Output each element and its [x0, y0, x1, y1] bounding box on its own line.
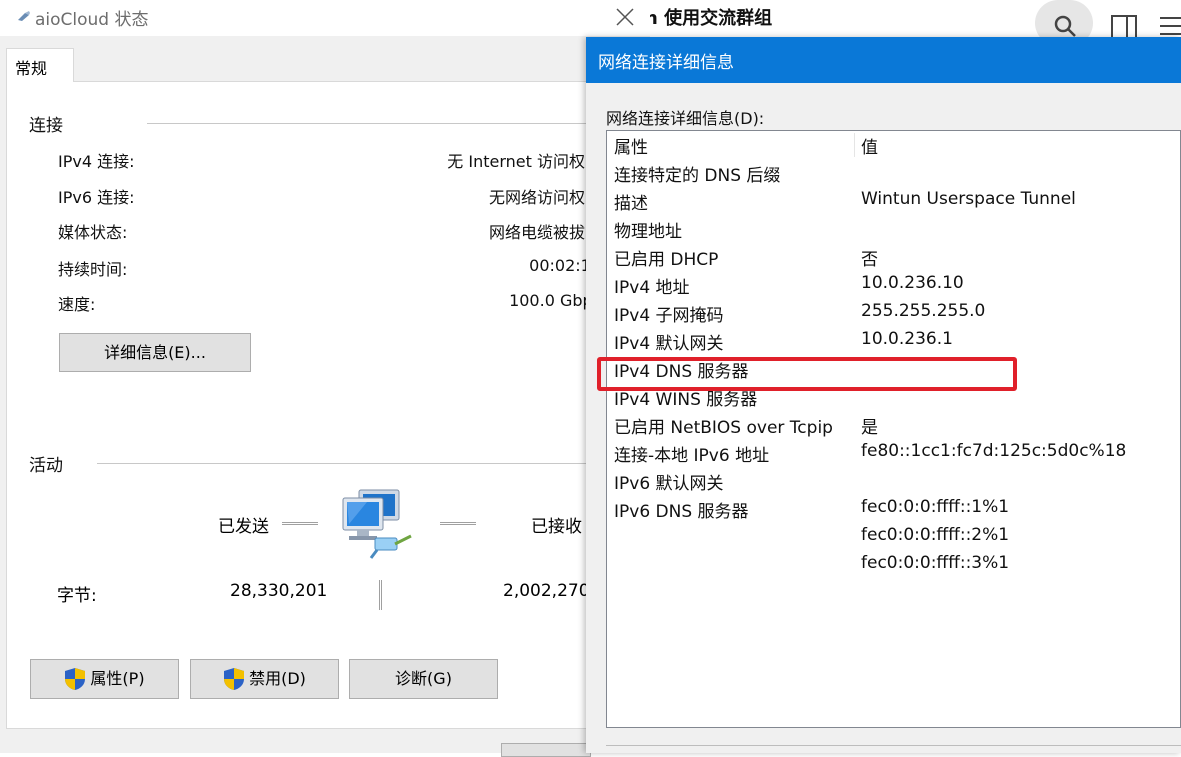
list-item[interactable]: IPv4 子网掩码 255.255.255.0: [607, 301, 1181, 329]
network-adapter-icon: [18, 11, 30, 21]
details-button[interactable]: 详细信息(E)...: [59, 333, 251, 372]
network-computers-icon: [342, 489, 412, 559]
list-item[interactable]: IPv4 默认网关 10.0.236.1: [607, 329, 1181, 357]
connection-separator: [147, 123, 597, 124]
bytes-divider: [379, 580, 382, 610]
column-divider[interactable]: [854, 133, 855, 157]
list-item-property: IPv4 WINS 服务器: [614, 390, 758, 410]
list-item-value: fec0:0:0:ffff::3%1: [861, 553, 1010, 573]
close-icon[interactable]: [613, 5, 637, 29]
list-item-value: fec0:0:0:ffff::2%1: [861, 525, 1010, 545]
info-row-ipv4: IPv4 连接: 无 Internet 访问权限: [7, 148, 601, 172]
status-titlebar: aioCloud 状态: [0, 0, 650, 36]
list-item-property: 描述: [614, 194, 648, 214]
general-tab-panel: 连接 IPv4 连接: 无 Internet 访问权限 IPv6 连接: 无网络…: [6, 81, 656, 729]
info-label: 媒体状态:: [58, 223, 128, 242]
list-item-value: fe80::1cc1:fc7d:125c:5d0c%18: [861, 441, 1127, 461]
diagnose-button-label: 诊断(G): [395, 669, 452, 688]
list-item[interactable]: IPv6 DNS 服务器 fec0:0:0:ffff::1%1: [607, 497, 1181, 525]
list-item[interactable]: IPv4 地址 10.0.236.10: [607, 273, 1181, 301]
bytes-received-value: 2,002,270: [503, 581, 590, 601]
details-list-header: 属性 值: [607, 131, 1181, 159]
list-item[interactable]: 连接-本地 IPv6 地址 fe80::1cc1:fc7d:125c:5d0c%…: [607, 441, 1181, 469]
column-header-property[interactable]: 属性: [614, 133, 648, 158]
list-item-property: 已启用 NetBIOS over Tcpip: [614, 418, 833, 438]
status-dialog: aioCloud 状态 连接 IPv4 连接: 无 Internet 访问权限 …: [0, 0, 656, 753]
bytes-sent-value: 28,330,201: [230, 581, 328, 601]
received-activity-line: [440, 522, 476, 525]
uac-shield-icon: [65, 668, 86, 690]
info-label: IPv6 连接:: [58, 188, 135, 207]
background-app-title: n 使用交流群组: [645, 8, 773, 29]
info-row-ipv6: IPv6 连接: 无网络访问权限: [7, 184, 601, 208]
list-item-property: 已启用 DHCP: [614, 250, 719, 270]
list-item-value: 否: [861, 250, 878, 270]
diagnose-button[interactable]: 诊断(G): [349, 659, 498, 699]
list-item-property: 物理地址: [614, 222, 682, 242]
details-list[interactable]: 属性 值 连接特定的 DNS 后缀 描述 Wintun Userspace Tu…: [606, 130, 1181, 728]
tab-general-label: 常规: [15, 59, 48, 78]
connection-section-title: 连接: [29, 116, 63, 136]
status-dialog-title: aioCloud 状态: [35, 10, 149, 30]
search-icon: [1054, 15, 1076, 37]
disable-button-label: 禁用(D): [249, 669, 306, 688]
sent-label: 已发送: [218, 517, 269, 537]
list-item-property: 连接-本地 IPv6 地址: [614, 446, 770, 466]
list-item-value: 255.255.255.0: [861, 301, 986, 321]
list-item[interactable]: IPv4 WINS 服务器: [607, 385, 1181, 413]
list-item-value: 是: [861, 418, 878, 438]
info-value: 无 Internet 访问权限: [447, 152, 601, 171]
list-item-value: fec0:0:0:ffff::1%1: [861, 497, 1010, 517]
properties-button[interactable]: 属性(P): [30, 659, 179, 699]
info-row-duration: 持续时间: 00:02:13: [7, 256, 601, 280]
activity-section-title: 活动: [29, 456, 63, 476]
list-item-property: IPv6 DNS 服务器: [614, 502, 749, 522]
received-label: 已接收: [531, 517, 582, 537]
list-item[interactable]: IPv4 DNS 服务器: [607, 357, 1181, 385]
list-item[interactable]: 描述 Wintun Userspace Tunnel: [607, 189, 1181, 217]
details-bottom-separator: [606, 745, 1181, 746]
list-item-value: 10.0.236.10: [861, 273, 964, 293]
info-value: 无网络访问权限: [488, 188, 601, 207]
list-item-value: 10.0.236.1: [861, 329, 953, 349]
details-button-label: 详细信息(E)...: [104, 343, 206, 362]
tab-general[interactable]: 常规: [6, 48, 74, 82]
properties-button-label: 属性(P): [90, 669, 145, 688]
list-item-property: IPv4 子网掩码: [614, 306, 724, 326]
list-item[interactable]: fec0:0:0:ffff::3%1: [607, 553, 1181, 581]
list-item-property: IPv6 默认网关: [614, 474, 724, 494]
details-titlebar: 网络连接详细信息: [586, 37, 1181, 83]
bytes-label: 字节:: [57, 586, 97, 606]
info-label: IPv4 连接:: [58, 152, 135, 171]
column-header-value[interactable]: 值: [861, 133, 878, 158]
list-item[interactable]: 物理地址: [607, 217, 1181, 245]
list-item-property: IPv4 DNS 服务器: [614, 362, 749, 382]
disable-button[interactable]: 禁用(D): [190, 659, 339, 699]
list-item[interactable]: IPv6 默认网关: [607, 469, 1181, 497]
menu-icon[interactable]: [1160, 16, 1181, 36]
list-item-property: IPv4 地址: [614, 278, 690, 298]
list-item[interactable]: fec0:0:0:ffff::2%1: [607, 525, 1181, 553]
list-item[interactable]: 连接特定的 DNS 后缀: [607, 161, 1181, 189]
list-item-property: 连接特定的 DNS 后缀: [614, 166, 781, 186]
activity-separator: [97, 463, 597, 464]
info-label: 速度:: [58, 295, 96, 314]
uac-shield-icon: [224, 668, 245, 690]
panel-icon[interactable]: [1111, 15, 1137, 39]
info-row-speed: 速度: 100.0 Gbps: [7, 291, 601, 315]
details-dialog-title: 网络连接详细信息: [598, 53, 734, 73]
info-value: 网络电缆被拔出: [488, 223, 601, 242]
info-row-media: 媒体状态: 网络电缆被拔出: [7, 219, 601, 243]
list-item-property: IPv4 默认网关: [614, 334, 724, 354]
sent-activity-line: [282, 522, 318, 525]
list-item[interactable]: 已启用 DHCP 否: [607, 245, 1181, 273]
list-item-value: Wintun Userspace Tunnel: [861, 189, 1076, 209]
info-label: 持续时间:: [58, 260, 128, 279]
details-list-label: 网络连接详细信息(D):: [606, 109, 765, 128]
close-button-partial[interactable]: [501, 743, 591, 757]
list-item[interactable]: 已启用 NetBIOS over Tcpip 是: [607, 413, 1181, 441]
details-dialog: 网络连接详细信息 网络连接详细信息(D): 属性 值 连接特定的 DNS 后缀 …: [586, 37, 1181, 753]
